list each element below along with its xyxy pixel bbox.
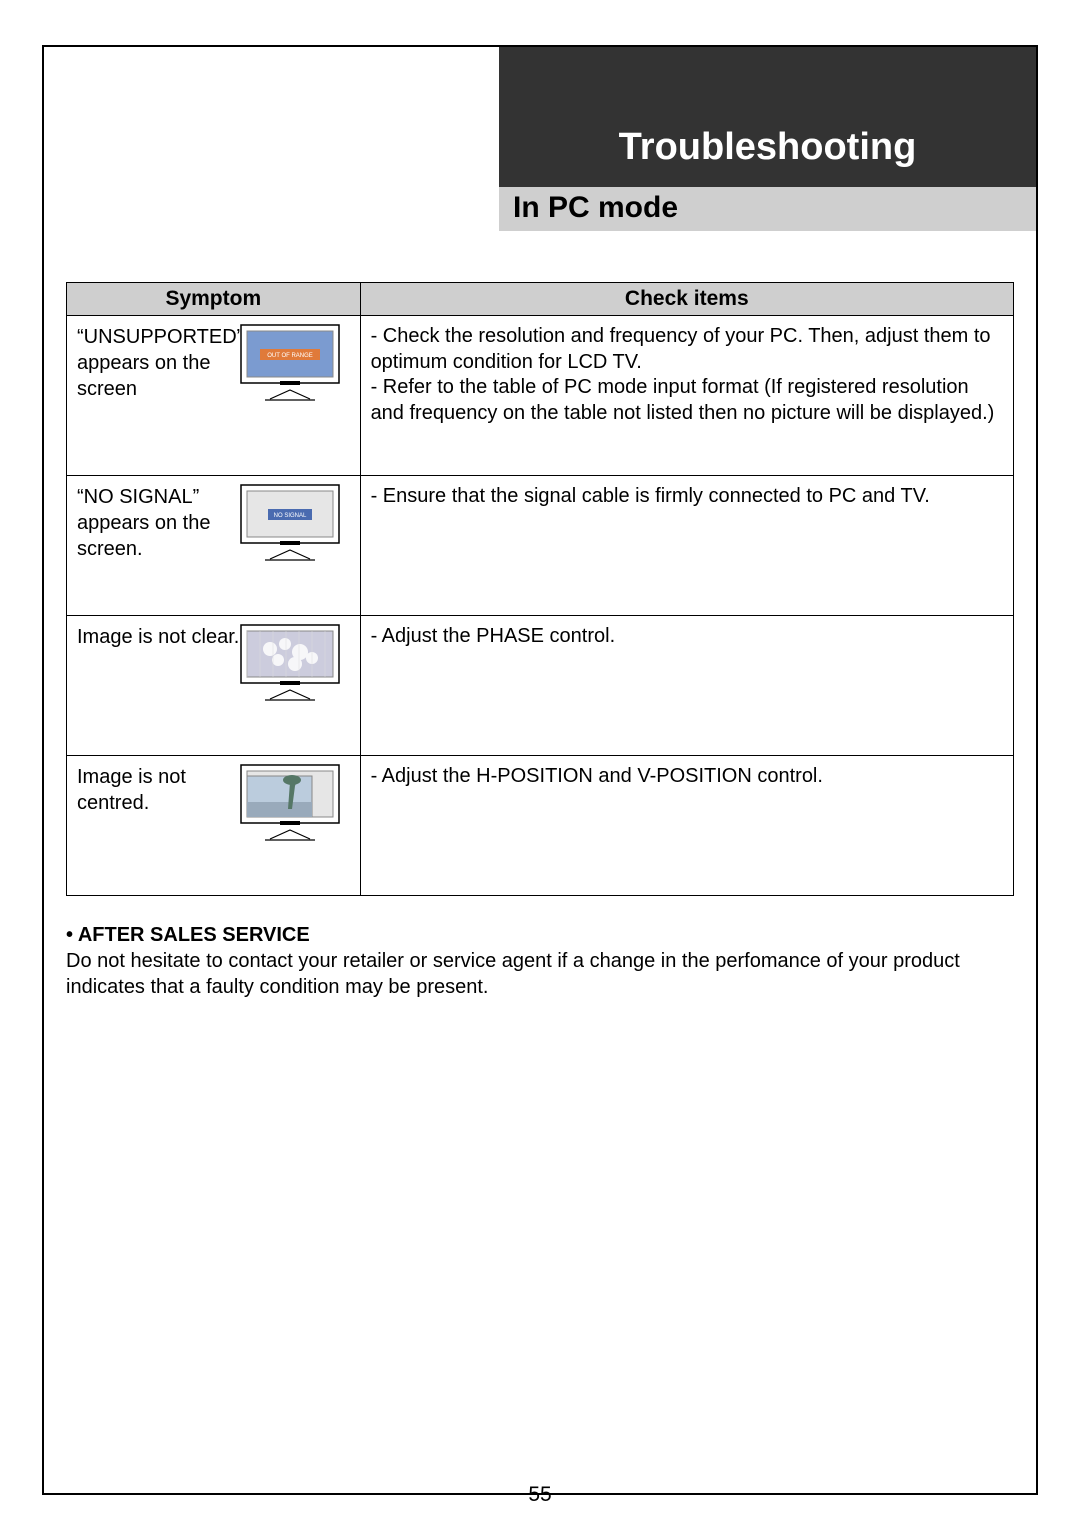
after-sales-title: • AFTER SALES SERVICE (66, 922, 1014, 948)
svg-text:NO SIGNAL: NO SIGNAL (273, 513, 306, 519)
symptom-text: Image is not centred. (77, 764, 242, 816)
section-title-text: Troubleshooting (619, 126, 917, 177)
content: Symptom Check items “UNSUPPORTED” appear… (66, 282, 1014, 1000)
col-header-symptom: Symptom (67, 283, 361, 316)
table-row: Image is not clear. (67, 616, 1014, 756)
symptom-text: “UNSUPPORTED” appears on the screen (77, 324, 228, 402)
tv-out-of-range-icon: OUT OF RANGE (240, 324, 350, 402)
table-row: “NO SIGNAL” appears on the screen. NO SI… (67, 476, 1014, 616)
svg-text:OUT OF RANGE: OUT OF RANGE (267, 353, 313, 359)
tv-blurry-icon (240, 624, 350, 702)
after-sales-block: • AFTER SALES SERVICE Do not hesitate to… (66, 922, 1014, 1000)
page-frame: Troubleshooting In PC mode Symptom Check… (42, 45, 1038, 1495)
tv-offcenter-icon (240, 764, 350, 842)
troubleshooting-table: Symptom Check items “UNSUPPORTED” appear… (66, 282, 1014, 896)
section-subtitle: In PC mode (499, 187, 1036, 231)
section-title: Troubleshooting (499, 47, 1036, 187)
check-text: - Adjust the H-POSITION and V-POSITION c… (360, 756, 1013, 896)
table-row: Image is not centred. (67, 756, 1014, 896)
symptom-text: “NO SIGNAL” appears on the screen. (77, 484, 228, 562)
symptom-text: Image is not clear. (77, 624, 242, 650)
tv-no-signal-icon: NO SIGNAL (240, 484, 350, 562)
after-sales-body: Do not hesitate to contact your retailer… (66, 948, 1014, 1000)
header: Troubleshooting In PC mode (499, 47, 1036, 231)
check-text: - Adjust the PHASE control. (360, 616, 1013, 756)
check-text: - Ensure that the signal cable is firmly… (360, 476, 1013, 616)
check-text: - Check the resolution and frequency of … (360, 316, 1013, 476)
table-row: “UNSUPPORTED” appears on the screen OUT … (67, 316, 1014, 476)
col-header-check: Check items (360, 283, 1013, 316)
page-number: 55 (0, 1483, 1080, 1507)
